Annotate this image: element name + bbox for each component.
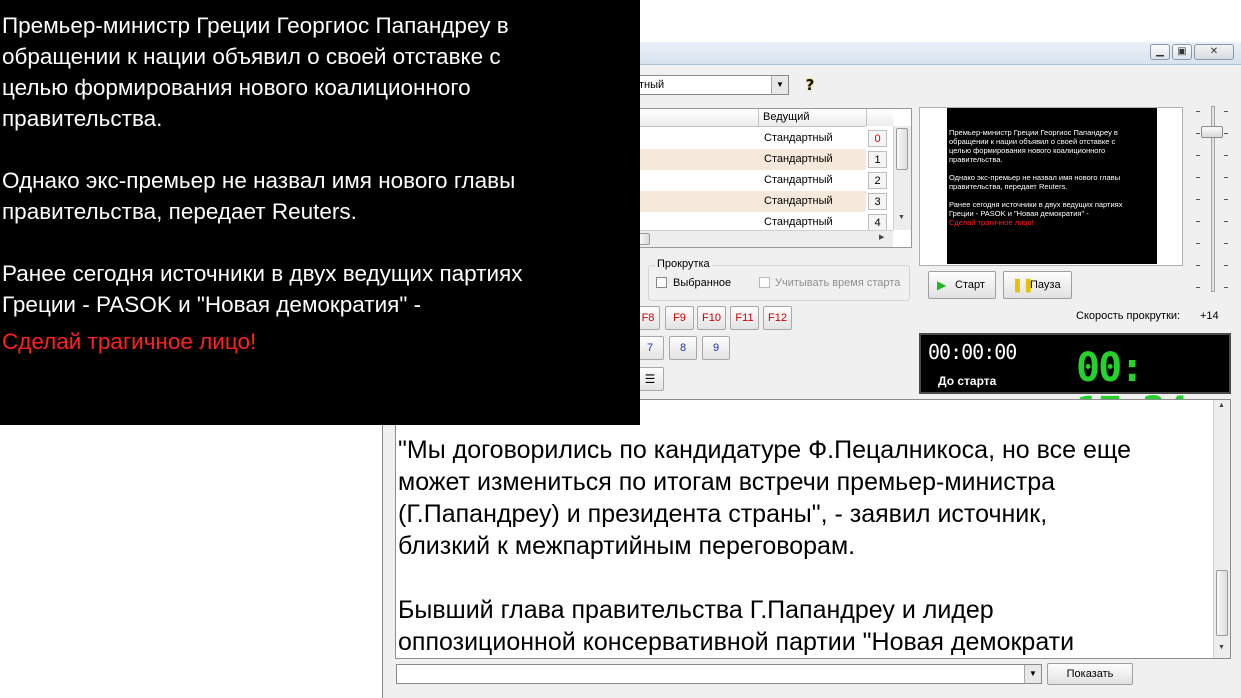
bottom-combo[interactable]: ▼ — [396, 664, 1042, 684]
slider-tick — [1196, 177, 1200, 178]
start-time-checkbox[interactable] — [759, 277, 770, 288]
row-host-cell: Стандартный — [764, 153, 833, 165]
restore-button[interactable]: ▣ — [1172, 44, 1192, 60]
minimize-button[interactable]: ▁ — [1150, 44, 1170, 60]
row-number-cell[interactable]: 0 — [868, 130, 887, 147]
number-key-button[interactable]: 9 — [702, 336, 730, 360]
grid-header-host[interactable]: Ведущий — [758, 109, 809, 126]
speed-label: Скорость прокрутки: — [1076, 310, 1181, 322]
number-key-button[interactable]: 7 — [636, 336, 664, 360]
row-host-cell: Стандартный — [764, 132, 833, 144]
speed-slider-thumb[interactable] — [1201, 126, 1223, 138]
editor-scroll-thumb[interactable] — [1216, 570, 1228, 636]
row-number-cell[interactable]: 1 — [868, 151, 887, 168]
slider-tick — [1196, 133, 1200, 134]
speed-value: +14 — [1200, 310, 1219, 322]
slider-tick — [1224, 199, 1228, 200]
preview-text: Премьер-министр Греции Георгиос Папандре… — [949, 128, 1123, 227]
countdown-timer: 00:00:00 — [928, 340, 1017, 364]
row-number-cell[interactable]: 4 — [868, 214, 887, 231]
favorites-label[interactable]: Выбранное — [673, 277, 731, 289]
slider-tick — [1196, 199, 1200, 200]
profile-combo[interactable]: тный ▼ — [636, 75, 789, 95]
function-key-button[interactable]: F12 — [763, 306, 792, 330]
slider-tick — [1224, 287, 1228, 288]
show-button[interactable]: Показать — [1047, 663, 1133, 685]
slider-tick — [1224, 155, 1228, 156]
scroll-group-title: Прокрутка — [655, 258, 712, 270]
teleprompter-text: Премьер-министр Греции Георгиос Папандре… — [2, 13, 523, 317]
script-editor-text[interactable]: "Мы договорились по кандидатуре Ф.Пецалн… — [398, 434, 1208, 658]
scroll-up-arrow-icon[interactable]: ▲ — [1218, 402, 1225, 409]
function-key-button[interactable]: F10 — [697, 306, 726, 330]
table-row[interactable]: Стандартный 1 — [637, 149, 887, 170]
grid-vertical-scrollbar[interactable]: ▼ — [893, 126, 911, 230]
grid-header-num[interactable] — [866, 109, 893, 126]
scroll-down-arrow-icon[interactable]: ▼ — [1218, 644, 1225, 651]
chevron-down-icon[interactable]: ▼ — [1024, 665, 1041, 683]
list-view-button[interactable]: ☰ — [636, 367, 664, 391]
start-button[interactable]: ▶ Старт — [928, 271, 996, 299]
table-row[interactable]: Стандартный 2 — [637, 170, 887, 191]
editor-vertical-scrollbar[interactable]: ▲ ▼ — [1213, 400, 1230, 658]
row-number-cell[interactable]: 2 — [868, 172, 887, 189]
table-row[interactable]: Стандартный 3 — [637, 191, 887, 212]
grid-scroll-thumb[interactable] — [896, 128, 908, 170]
row-number-cell[interactable]: 3 — [868, 193, 887, 210]
pause-label: Пауза — [1030, 279, 1061, 291]
slider-tick — [1224, 177, 1228, 178]
slider-tick — [1196, 155, 1200, 156]
play-icon: ▶ — [937, 278, 947, 292]
row-host-cell: Стандартный — [764, 195, 833, 207]
pause-button[interactable]: ❚❚ Пауза — [1003, 271, 1072, 299]
grid-header: Ведущий — [637, 109, 893, 127]
help-icon[interactable]: ? — [801, 75, 819, 95]
scroll-down-arrow-icon[interactable]: ▼ — [898, 214, 905, 221]
countdown-label: До старта — [938, 374, 997, 388]
list-icon: ☰ — [644, 372, 656, 386]
slider-tick — [1224, 133, 1228, 134]
slider-tick — [1196, 265, 1200, 266]
slider-tick — [1196, 221, 1200, 222]
row-host-cell: Стандартный — [764, 174, 833, 186]
slider-tick — [1196, 111, 1200, 112]
number-key-button[interactable]: 8 — [669, 336, 697, 360]
start-label: Старт — [955, 279, 985, 291]
slider-tick — [1224, 111, 1228, 112]
profile-combo-value: тный — [639, 79, 665, 91]
slider-tick — [1224, 243, 1228, 244]
teleprompter-red-text: Сделай трагичное лицо! — [2, 329, 257, 354]
slider-tick — [1224, 265, 1228, 266]
function-key-button[interactable]: F9 — [665, 306, 694, 330]
favorites-checkbox[interactable] — [656, 277, 667, 288]
function-key-button[interactable]: F11 — [730, 306, 759, 330]
scroll-right-arrow-icon[interactable]: ▶ — [879, 233, 884, 241]
slider-tick — [1196, 287, 1200, 288]
preview-red-text: Сделай трагичное лицо! — [949, 218, 1034, 227]
close-button[interactable]: ✕ — [1194, 44, 1234, 60]
slider-tick — [1224, 221, 1228, 222]
chevron-down-icon[interactable]: ▼ — [771, 76, 788, 94]
table-row[interactable]: Стандартный 0 — [637, 128, 887, 149]
start-time-label[interactable]: Учитывать время старта — [775, 277, 900, 289]
slider-tick — [1196, 243, 1200, 244]
grid-horizontal-scrollbar[interactable]: ▶ — [637, 230, 893, 247]
